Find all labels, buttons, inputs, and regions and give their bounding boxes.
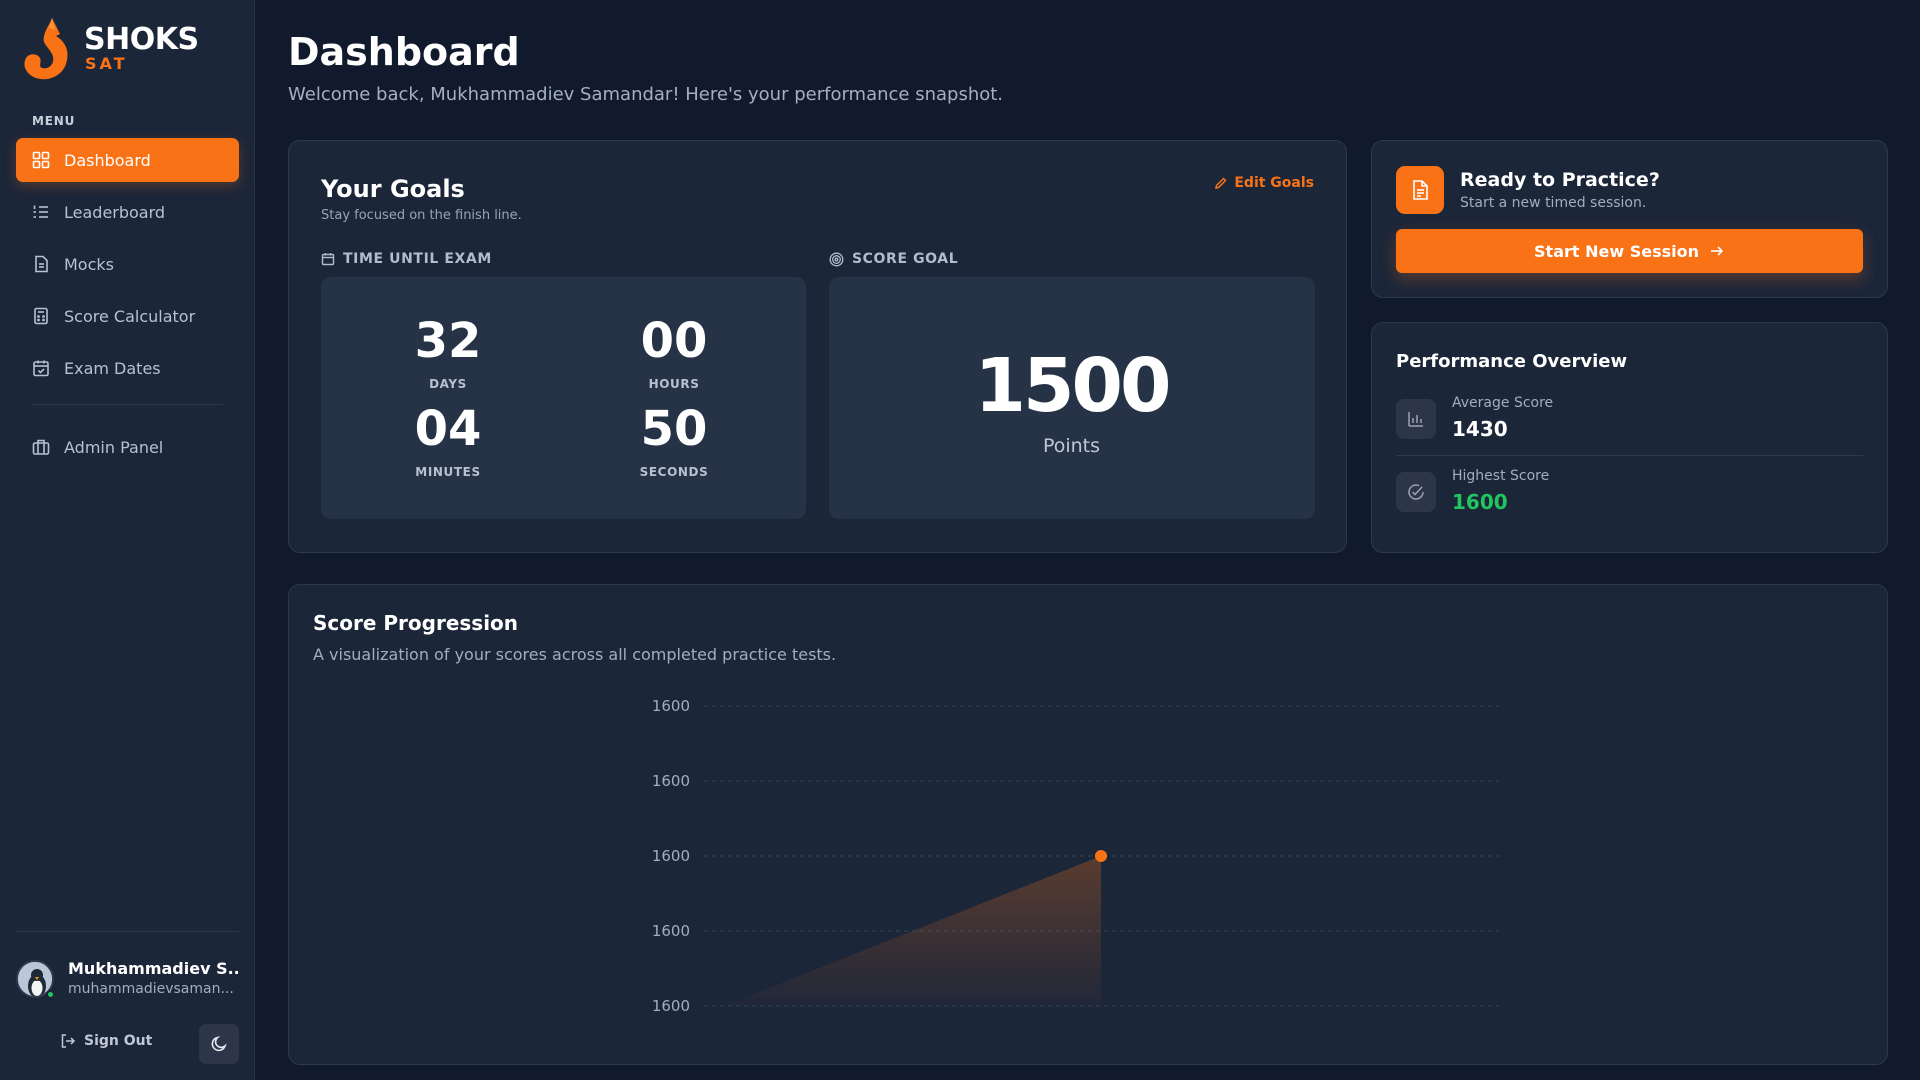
theme-toggle-button[interactable] — [199, 1024, 239, 1064]
sidebar-item-label: Leaderboard — [64, 202, 166, 222]
series-area — [724, 856, 1101, 1006]
countdown-seconds: 50 — [640, 401, 708, 457]
average-score-value: 1430 — [1452, 417, 1508, 441]
brand-name: SHOKS — [84, 22, 199, 57]
edit-goals-button[interactable]: Edit Goals — [1214, 175, 1314, 191]
sidebar-item-label: Mocks — [64, 254, 114, 274]
y-tick-label: 1600 — [652, 922, 690, 940]
list-ordered-icon — [32, 203, 50, 221]
score-goal-unit: Points — [1042, 435, 1101, 457]
y-tick-label: 1600 — [652, 847, 690, 865]
start-session-label: Start New Session — [1534, 241, 1699, 261]
score-progression-chart: 1600 1600 1600 1600 1600 — [652, 697, 1499, 1015]
highest-score-value: 1600 — [1452, 490, 1508, 514]
sidebar-item-score-calculator[interactable]: Score Calculator — [16, 294, 239, 338]
time-until-exam-text: TIME UNTIL EXAM — [343, 251, 492, 267]
sidebar-item-label: Score Calculator — [64, 306, 196, 326]
score-progression-card: Score Progression A visualization of you… — [288, 584, 1888, 1065]
user-email: muhammadievsaman... — [68, 981, 234, 997]
score-goal-panel: 1500 Points — [829, 277, 1315, 519]
countdown-seconds-label: SECONDS — [639, 465, 709, 479]
nav-divider — [32, 404, 223, 405]
edit-goals-label: Edit Goals — [1234, 175, 1314, 191]
start-new-session-button[interactable]: Start New Session — [1396, 229, 1863, 273]
practice-title: Ready to Practice? — [1460, 169, 1660, 191]
goals-card: Your Goals Stay focused on the finish li… — [288, 140, 1347, 553]
countdown-days-label: DAYS — [429, 377, 467, 391]
fox-logo-icon — [24, 18, 68, 80]
sidebar-nav: Dashboard Leaderboard Mocks Score Calcul… — [16, 138, 239, 477]
pencil-icon — [1215, 177, 1227, 189]
arrow-right-icon — [1710, 246, 1724, 256]
sidebar-item-label: Exam Dates — [64, 358, 161, 378]
brand-logo[interactable]: SHOKS SAT — [22, 16, 222, 82]
countdown-hours: 00 — [640, 313, 708, 369]
calendar-icon — [321, 253, 335, 266]
sidebar-item-dashboard[interactable]: Dashboard — [16, 138, 239, 182]
average-score-label: Average Score — [1452, 395, 1554, 411]
countdown-panel: 32 DAYS 00 HOURS 04 MINUTES 50 SECONDS — [321, 277, 806, 519]
grid-icon — [32, 151, 50, 169]
y-tick-label: 1600 — [652, 697, 690, 715]
page-title: Dashboard — [288, 30, 520, 74]
highest-score-label: Highest Score — [1452, 468, 1550, 484]
sign-out-icon — [61, 1034, 76, 1048]
performance-divider — [1396, 455, 1863, 456]
data-point[interactable] — [1095, 850, 1107, 862]
y-tick-label: 1600 — [652, 997, 690, 1015]
goals-title: Your Goals — [321, 175, 465, 203]
sidebar: SHOKS SAT MENU Dashboard Leaderboard Moc… — [0, 0, 255, 1080]
countdown-days: 32 — [414, 313, 482, 369]
sidebar-item-label: Admin Panel — [64, 437, 164, 457]
sidebar-item-label: Dashboard — [64, 150, 151, 170]
score-goal-label: SCORE GOAL — [829, 251, 958, 267]
performance-title: Performance Overview — [1396, 351, 1628, 372]
sidebar-item-admin-panel[interactable]: Admin Panel — [16, 425, 239, 469]
page-subtitle: Welcome back, Mukhammadiev Samandar! Her… — [288, 84, 1004, 105]
score-goal-text: SCORE GOAL — [852, 251, 959, 267]
calculator-icon — [32, 307, 50, 325]
y-tick-label: 1600 — [652, 772, 690, 790]
document-icon — [1396, 166, 1444, 214]
document-icon — [32, 255, 50, 273]
user-profile[interactable]: Mukhammadiev S... muhammadievsaman... — [16, 958, 239, 1002]
sign-out-label: Sign Out — [84, 1033, 153, 1049]
practice-subtitle: Start a new timed session. — [1460, 195, 1647, 211]
online-status-dot — [46, 990, 55, 999]
calendar-check-icon — [32, 359, 50, 377]
countdown-minutes-label: MINUTES — [415, 465, 481, 479]
countdown-hours-label: HOURS — [648, 377, 700, 391]
performance-overview-card: Performance Overview Average Score 1430 … — [1371, 322, 1888, 553]
sidebar-item-leaderboard[interactable]: Leaderboard — [16, 190, 239, 234]
bar-chart-icon — [1396, 399, 1436, 439]
target-icon — [829, 252, 844, 266]
briefcase-icon — [32, 438, 50, 456]
practice-card: Ready to Practice? Start a new timed ses… — [1371, 140, 1888, 298]
countdown-minutes: 04 — [414, 401, 482, 457]
check-circle-icon — [1396, 472, 1436, 512]
score-goal-value: 1500 — [974, 343, 1172, 429]
sign-out-button[interactable]: Sign Out — [60, 1033, 152, 1049]
time-until-exam-label: TIME UNTIL EXAM — [321, 251, 492, 267]
sidebar-item-mocks[interactable]: Mocks — [16, 242, 239, 286]
sidebar-item-exam-dates[interactable]: Exam Dates — [16, 346, 239, 390]
user-name: Mukhammadiev S... — [68, 959, 238, 978]
brand-sub: SAT — [85, 54, 128, 73]
sidebar-divider — [16, 931, 239, 932]
moon-icon — [211, 1036, 227, 1052]
goals-subtitle: Stay focused on the finish line. — [321, 208, 522, 223]
menu-title: MENU — [32, 114, 76, 128]
